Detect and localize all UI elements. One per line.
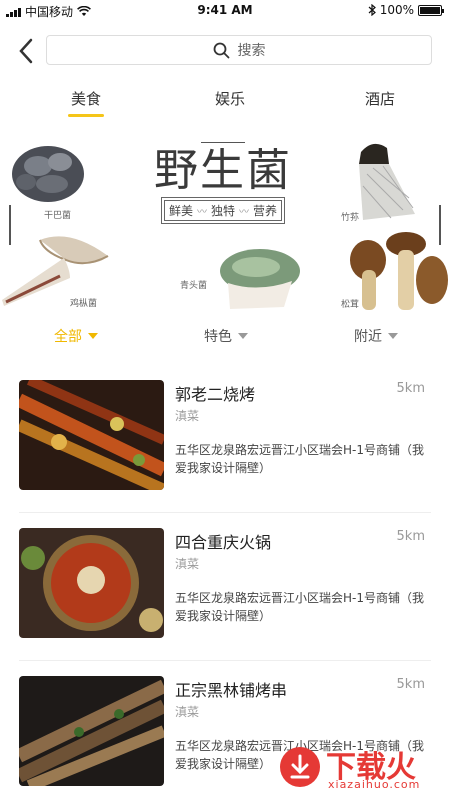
caret-down-icon (88, 333, 98, 339)
mushroom-label: 松茸 (341, 300, 360, 310)
search-placeholder: 搜索 (237, 43, 266, 59)
restaurant-photo-bbq (19, 380, 164, 490)
restaurant-category: 滇菜 (175, 409, 200, 423)
restaurant-photo-hotpot (19, 528, 164, 638)
back-button[interactable] (14, 36, 40, 66)
status-bar: 中国移动 9:41 AM 100% (0, 0, 450, 20)
battery-icon (418, 4, 444, 16)
mushroom-label: 鸡枞菌 (70, 299, 98, 309)
caret-down-icon (238, 333, 248, 339)
restaurant-address: 五华区龙泉路宏远晋江小区瑞会H-1号商铺（我爱我家设计隔壁） (175, 591, 424, 623)
promo-banner[interactable]: 干巴菌 竹荪 鸡枞菌 青头菌 松茸 野生菌 鲜美 〰 独特 〰 营养 (0, 130, 450, 312)
banner-tags: 鲜美 〰 独特 〰 营养 (160, 197, 286, 225)
battery-percent: 100% (379, 3, 414, 17)
restaurant-address: 五华区龙泉路宏远晋江小区瑞会H-1号商铺（我爱我家设计隔壁） (175, 443, 424, 475)
restaurant-item[interactable]: 郭老二烧烤 5km 滇菜 五华区龙泉路宏远晋江小区瑞会H-1号商铺（我爱我家设计… (0, 365, 450, 513)
restaurant-category: 滇菜 (175, 557, 200, 571)
search-icon (213, 42, 229, 58)
category-tabs: 美食 娱乐 酒店 (0, 88, 450, 118)
title-rule (201, 142, 245, 143)
mushroom-label: 青头菌 (180, 281, 208, 291)
tab-food[interactable]: 美食 (56, 88, 116, 117)
restaurant-name: 四合重庆火锅 (175, 533, 272, 552)
tab-hotel[interactable]: 酒店 (350, 88, 410, 109)
banner-title-block: 野生菌 鲜美 〰 独特 〰 营养 (148, 142, 298, 225)
mushroom-songrong-image (350, 232, 448, 310)
restaurant-name: 正宗黑林铺烤串 (175, 681, 288, 700)
banner-tag: 营养 (253, 204, 278, 219)
restaurant-name: 郭老二烧烤 (175, 385, 256, 404)
filter-label: 附近 (354, 329, 382, 345)
banner-tag: 独特 (210, 204, 235, 219)
restaurant-distance: 5km (396, 529, 425, 544)
filter-bar: 全部 特色 附近 (0, 326, 450, 350)
mushroom-qingtou-image (220, 249, 300, 309)
restaurant-item[interactable]: 四合重庆火锅 5km 滇菜 五华区龙泉路宏远晋江小区瑞会H-1号商铺（我爱我家设… (0, 513, 450, 661)
restaurant-category: 滇菜 (175, 705, 200, 719)
filter-label: 特色 (204, 329, 232, 345)
restaurant-distance: 5km (396, 381, 425, 396)
filter-feature[interactable]: 特色 (204, 326, 248, 346)
watermark-logo: 下载火 xiazaihuo.com (250, 742, 440, 792)
wave-divider-icon: 〰 (239, 207, 249, 219)
watermark-url: xiazaihuo.com (328, 778, 421, 791)
filter-nearby[interactable]: 附近 (354, 326, 398, 346)
tab-entertainment[interactable]: 娱乐 (200, 88, 260, 109)
restaurant-distance: 5km (396, 677, 425, 692)
restaurant-list: 郭老二烧烤 5km 滇菜 五华区龙泉路宏远晋江小区瑞会H-1号商铺（我爱我家设计… (0, 365, 450, 800)
chevron-left-icon (19, 38, 33, 64)
banner-title: 野生菌 (154, 145, 292, 196)
filter-label: 全部 (54, 329, 82, 345)
mushroom-ganba-image (12, 146, 84, 202)
mushroom-zhusun-image (359, 143, 415, 220)
restaurant-photo-skewers (19, 676, 164, 786)
search-input[interactable]: 搜索 (46, 35, 432, 65)
bluetooth-icon (368, 4, 376, 16)
download-icon (280, 747, 320, 787)
mushroom-label: 干巴菌 (44, 211, 72, 221)
caret-down-icon (388, 333, 398, 339)
mushroom-label: 竹荪 (341, 213, 360, 223)
filter-all[interactable]: 全部 (54, 326, 98, 346)
wave-divider-icon: 〰 (196, 207, 207, 219)
banner-tag: 鲜美 (168, 204, 193, 219)
